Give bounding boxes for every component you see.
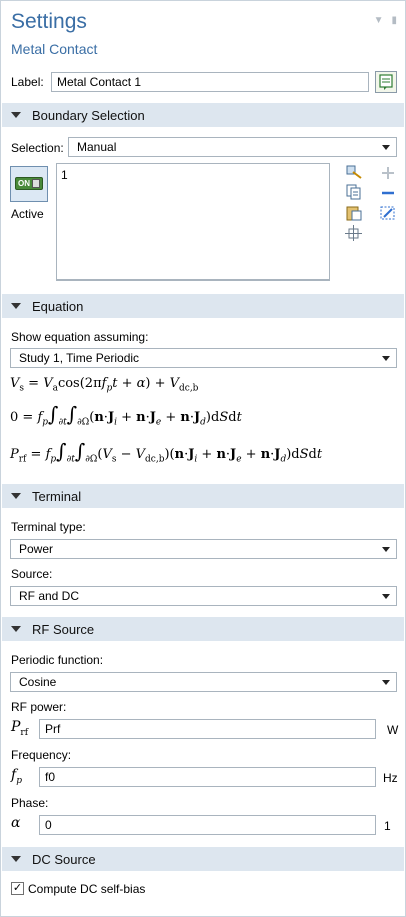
- active-label: Active: [11, 207, 44, 221]
- add-icon[interactable]: [381, 166, 395, 180]
- rf-power-label: RF power:: [11, 700, 67, 714]
- paste-selection-icon[interactable]: [345, 164, 363, 180]
- periodic-function-dropdown[interactable]: Cosine: [10, 672, 397, 692]
- section-dc-source[interactable]: DC Source: [2, 847, 404, 871]
- page-subtitle: Metal Contact: [11, 41, 98, 57]
- copy-selection-icon[interactable]: [345, 184, 363, 200]
- frequency-unit: Hz: [383, 771, 398, 785]
- note-icon: [379, 74, 393, 90]
- compute-dc-self-bias-label: Compute DC self-bias: [28, 882, 146, 896]
- remove-icon[interactable]: [381, 186, 395, 200]
- chevron-down-icon: [382, 145, 390, 150]
- zoom-to-selection-icon[interactable]: [345, 225, 363, 241]
- selection-caption: Selection:: [11, 141, 64, 155]
- frequency-input[interactable]: f0: [39, 767, 376, 787]
- collapse-arrow-icon: [11, 856, 21, 862]
- chevron-down-icon: [382, 594, 390, 599]
- study-dropdown[interactable]: Study 1, Time Periodic: [10, 348, 397, 368]
- section-terminal[interactable]: Terminal: [2, 484, 404, 508]
- chevron-down-icon: [382, 547, 390, 552]
- list-item[interactable]: 1: [61, 168, 68, 182]
- frequency-symbol: fp: [11, 767, 22, 786]
- compute-dc-self-bias-checkbox[interactable]: ✓: [11, 882, 24, 895]
- clear-selection-icon[interactable]: [379, 204, 397, 222]
- rf-power-unit: W: [387, 723, 399, 737]
- equation-rf-power: Prf = fp∫∂t∫∂Ω(Vs − Vdc,b)(n·Ji + n·Je +…: [10, 439, 323, 465]
- source-label: Source:: [11, 567, 53, 581]
- section-rf-source[interactable]: RF Source: [2, 617, 404, 641]
- page-title: Settings: [11, 10, 87, 33]
- collapse-icon[interactable]: ▼: [374, 15, 384, 26]
- active-toggle[interactable]: ON: [10, 166, 48, 202]
- rf-power-input[interactable]: Prf: [39, 719, 376, 739]
- window-controls: ▼ ▮: [366, 15, 397, 26]
- selection-dropdown[interactable]: Manual: [68, 137, 397, 157]
- selection-list[interactable]: 1: [56, 163, 330, 281]
- terminal-type-dropdown[interactable]: Power: [10, 539, 397, 559]
- phase-label: Phase:: [11, 796, 49, 810]
- settings-panel: Settings Metal Contact ▼ ▮ Label: Metal C…: [0, 0, 406, 917]
- label-input[interactable]: Metal Contact 1: [51, 72, 369, 92]
- frequency-label: Frequency:: [11, 748, 72, 762]
- collapse-arrow-icon: [11, 626, 21, 632]
- phase-input[interactable]: 0: [39, 815, 376, 835]
- pin-icon[interactable]: ▮: [391, 15, 397, 26]
- collapse-arrow-icon: [11, 303, 21, 309]
- phase-symbol: α: [11, 815, 21, 831]
- equation-current-balance: 0 = fp∫∂t∫∂Ω(n·Ji + n·Je + n·Jd)dSdt: [10, 402, 242, 428]
- equation-voltage: Vs = Vacos(2πfpt + α) + Vdc,b: [10, 376, 199, 394]
- chevron-down-icon: [382, 680, 390, 685]
- comment-button[interactable]: [375, 71, 397, 93]
- terminal-type-label: Terminal type:: [11, 520, 86, 534]
- toggle-switch-icon: ON: [15, 177, 43, 190]
- show-equation-label: Show equation assuming:: [11, 330, 149, 344]
- chevron-down-icon: [382, 356, 390, 361]
- section-boundary-selection[interactable]: Boundary Selection: [2, 103, 404, 127]
- phase-unit: 1: [384, 819, 391, 833]
- paste-clipboard-icon[interactable]: [345, 204, 363, 221]
- source-dropdown[interactable]: RF and DC: [10, 586, 397, 606]
- section-equation[interactable]: Equation: [2, 294, 404, 318]
- collapse-arrow-icon: [11, 112, 21, 118]
- label-caption: Label:: [11, 75, 44, 89]
- periodic-function-label: Periodic function:: [11, 653, 104, 667]
- rf-power-symbol: Prf: [11, 719, 29, 738]
- checkmark-icon: ✓: [12, 882, 23, 894]
- collapse-arrow-icon: [11, 493, 21, 499]
